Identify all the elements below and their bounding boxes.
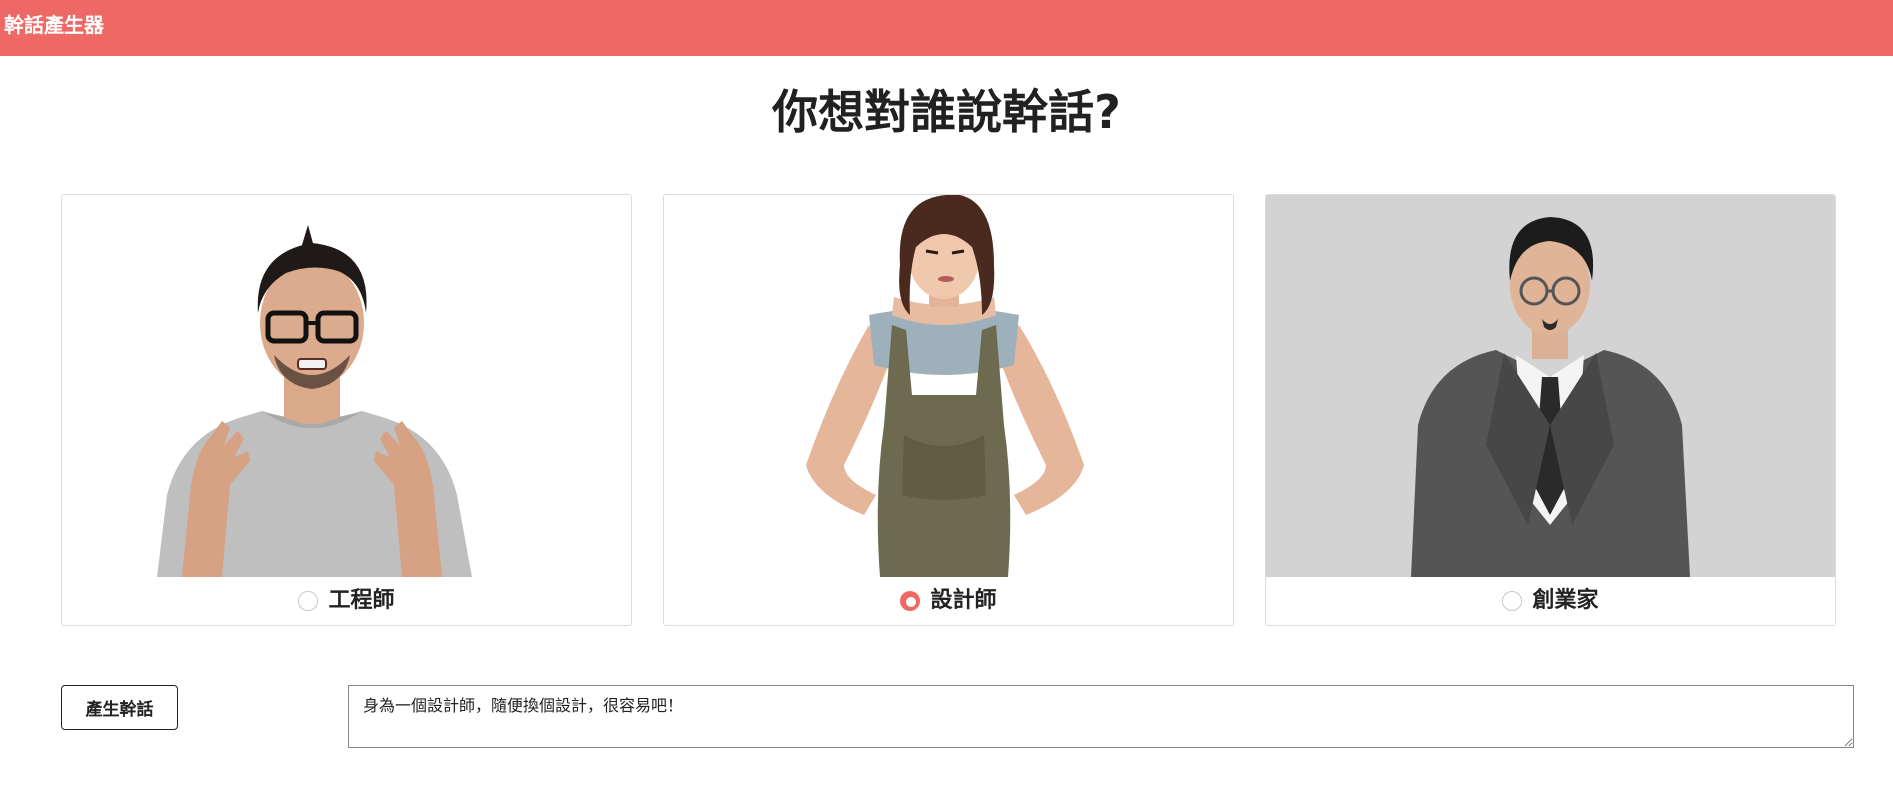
target-card-designer[interactable]: 設計師	[663, 194, 1234, 626]
engineer-photo	[62, 195, 631, 577]
option-label-designer: 設計師	[930, 588, 997, 613]
radio-designer[interactable]	[900, 591, 921, 611]
target-card-entrepreneur[interactable]: 創業家	[1265, 194, 1836, 626]
radio-entrepreneur[interactable]	[1502, 591, 1523, 611]
brand-title[interactable]: 幹話產生器	[4, 12, 104, 38]
navbar: 幹話產生器	[0, 0, 1893, 56]
generate-button[interactable]: 產生幹話	[61, 685, 178, 730]
option-designer[interactable]: 設計師	[664, 577, 1233, 625]
entrepreneur-photo	[1266, 195, 1835, 577]
target-card-engineer[interactable]: 工程師	[61, 194, 632, 626]
option-label-engineer: 工程師	[328, 588, 395, 613]
radio-engineer[interactable]	[298, 591, 319, 611]
result-textarea[interactable]: 身為一個設計師，隨便換個設計，很容易吧！	[348, 685, 1854, 748]
page-title: 你想對誰說幹話?	[772, 85, 1121, 139]
option-entrepreneur[interactable]: 創業家	[1266, 577, 1835, 625]
designer-photo	[664, 195, 1233, 577]
option-engineer[interactable]: 工程師	[62, 577, 631, 625]
option-label-entrepreneur: 創業家	[1532, 588, 1599, 613]
